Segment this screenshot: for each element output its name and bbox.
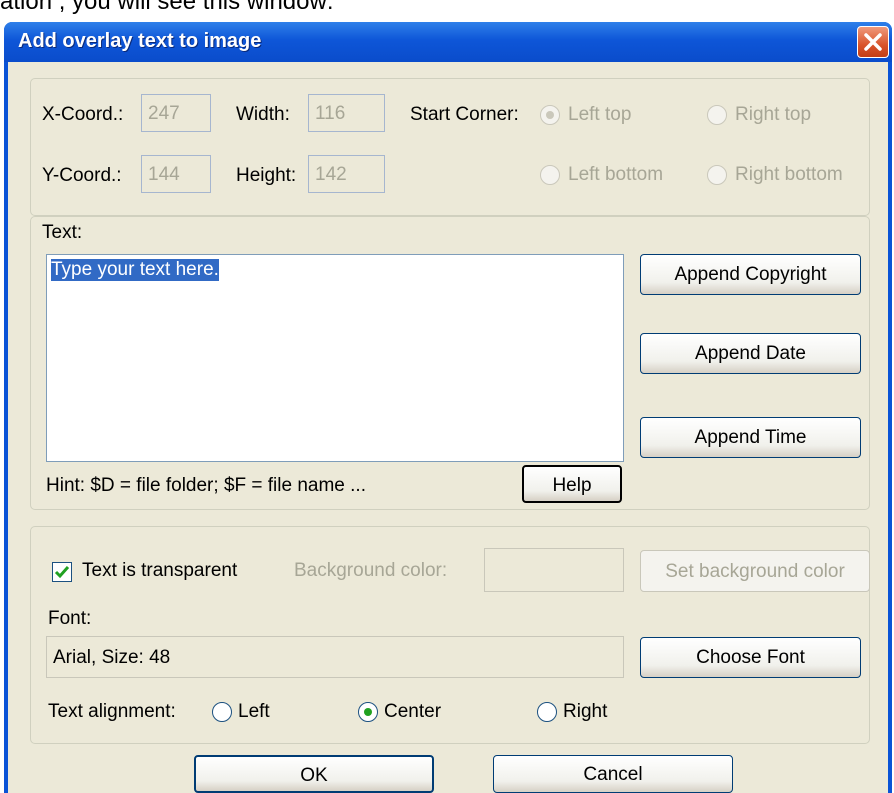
align-left-radio[interactable] xyxy=(212,702,232,722)
set-background-color-button[interactable]: Set background color xyxy=(640,550,870,592)
overlay-text-input[interactable]: Type your text here. xyxy=(46,254,624,462)
corner-left-top-radio xyxy=(540,105,560,125)
append-copyright-button[interactable]: Append Copyright xyxy=(640,254,861,295)
overlay-text-value: Type your text here. xyxy=(51,259,219,281)
page-caption: ation , you will see this window: xyxy=(0,0,334,15)
dialog-body: X-Coord.: 247 Y-Coord.: 144 Width: 116 H… xyxy=(8,62,888,793)
text-alignment-label: Text alignment: xyxy=(48,701,176,722)
window-title: Add overlay text to image xyxy=(18,30,262,52)
background-color-swatch xyxy=(484,548,624,592)
close-icon xyxy=(864,33,882,51)
dialog-window: Add overlay text to image X-Coord.: 247 … xyxy=(4,22,892,793)
title-bar[interactable]: Add overlay text to image xyxy=(4,22,892,62)
font-label: Font: xyxy=(48,608,92,629)
corner-right-bottom-label: Right bottom xyxy=(735,164,843,185)
append-time-button[interactable]: Append Time xyxy=(640,417,861,458)
transparent-checkbox[interactable] xyxy=(52,562,72,582)
corner-right-top-radio xyxy=(707,105,727,125)
corner-left-bottom-radio xyxy=(540,165,560,185)
align-center-radio[interactable] xyxy=(358,702,378,722)
hint-text: Hint: $D = file folder; $F = file name .… xyxy=(46,475,366,496)
height-label: Height: xyxy=(236,165,297,186)
close-button[interactable] xyxy=(857,26,889,58)
align-right-label[interactable]: Right xyxy=(563,701,607,723)
width-field: 116 xyxy=(308,94,385,132)
background-color-label: Background color: xyxy=(294,560,448,581)
start-corner-label: Start Corner: xyxy=(410,104,519,125)
text-label: Text: xyxy=(42,222,83,243)
cancel-button[interactable]: Cancel xyxy=(493,755,733,793)
align-right-radio[interactable] xyxy=(537,702,557,722)
corner-left-top-label: Left top xyxy=(568,104,632,125)
y-coord-label: Y-Coord.: xyxy=(42,165,122,186)
checkmark-icon xyxy=(54,566,70,579)
width-label: Width: xyxy=(236,104,290,125)
align-left-label[interactable]: Left xyxy=(238,701,270,723)
corner-right-bottom-radio xyxy=(707,165,727,185)
append-date-button[interactable]: Append Date xyxy=(640,333,861,374)
x-coord-label: X-Coord.: xyxy=(42,104,124,125)
transparent-label[interactable]: Text is transparent xyxy=(82,560,237,582)
corner-right-top-label: Right top xyxy=(735,104,812,125)
x-coord-field: 247 xyxy=(141,94,211,132)
font-display-field: Arial, Size: 48 xyxy=(46,636,624,678)
choose-font-button[interactable]: Choose Font xyxy=(640,637,861,678)
help-button[interactable]: Help xyxy=(522,465,622,503)
height-field: 142 xyxy=(308,155,385,193)
align-center-label[interactable]: Center xyxy=(384,701,441,723)
y-coord-field: 144 xyxy=(141,155,211,193)
ok-button[interactable]: OK xyxy=(194,755,434,793)
corner-left-bottom-label: Left bottom xyxy=(568,164,664,185)
